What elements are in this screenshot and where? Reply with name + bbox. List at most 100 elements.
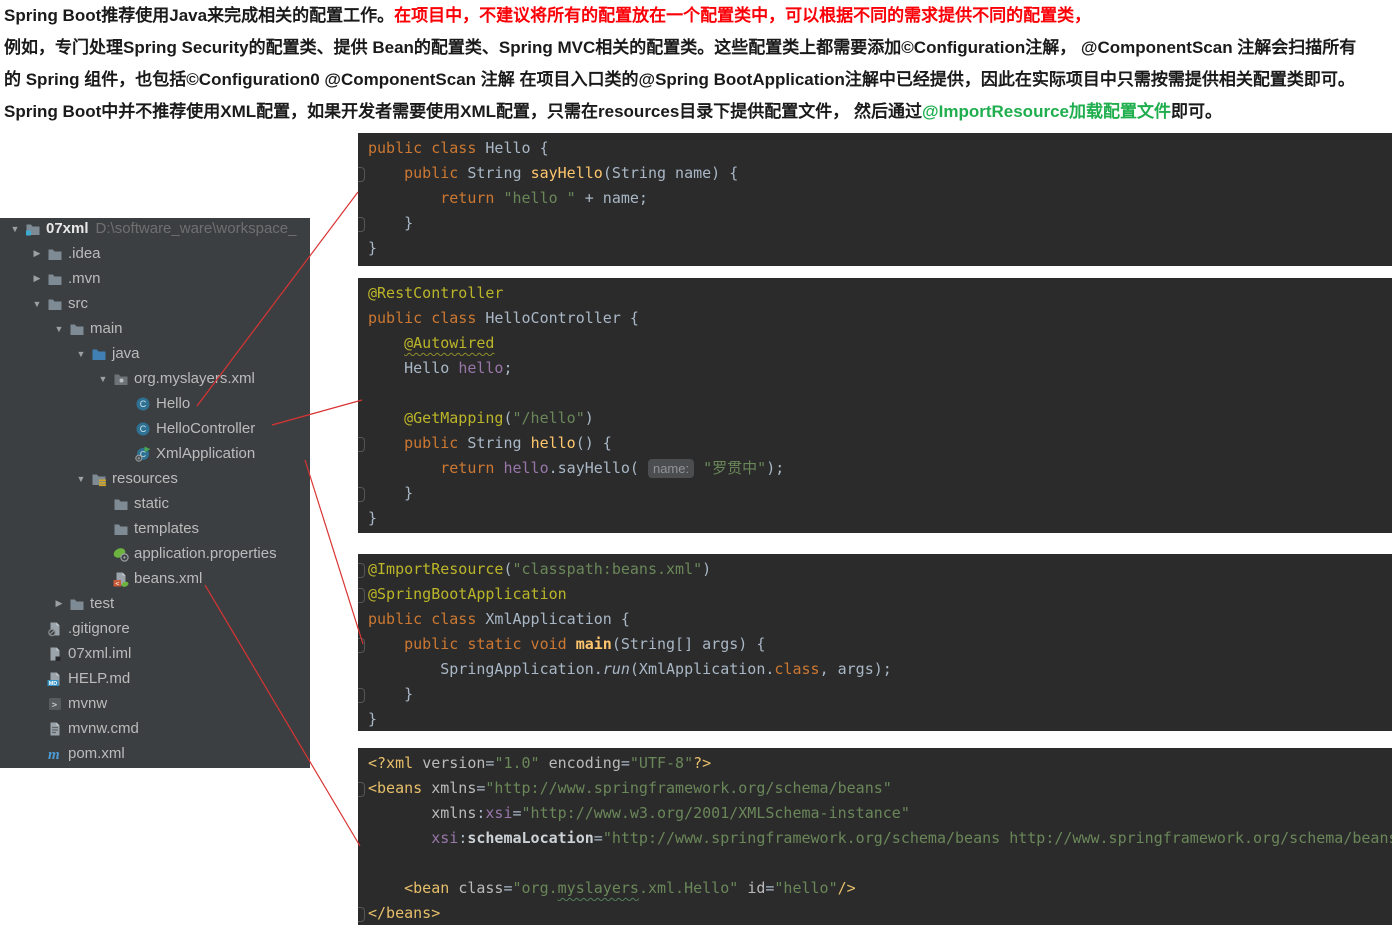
tree-item-label: main xyxy=(90,320,123,337)
code-segment-str: "hello" xyxy=(774,879,837,897)
code-segment-plain: HelloController { xyxy=(485,309,639,327)
tree-item-label: test xyxy=(90,595,114,612)
expand-down-icon[interactable]: ▼ xyxy=(5,224,25,234)
tree-item-label: static xyxy=(134,495,169,512)
code-segment-xattr: encoding xyxy=(549,754,621,772)
svg-text:<: < xyxy=(115,579,119,587)
fold-marker-icon xyxy=(358,217,365,232)
tree-item-hello[interactable]: CHello xyxy=(0,391,310,416)
code-segment-kw: public static void xyxy=(404,635,576,653)
tree-item-static[interactable]: static xyxy=(0,491,310,516)
tree-item-07xml[interactable]: ▼07xmlD:\software_ware\workspace_ xyxy=(0,218,310,241)
code-segment-plain: ) xyxy=(585,409,594,427)
code-segment-xtag: <bean xyxy=(404,879,458,897)
code-line: public String hello() { xyxy=(358,431,1392,456)
tree-item-help-md[interactable]: MDHELP.md xyxy=(0,666,310,691)
code-line: <?xml version="1.0" encoding="UTF-8"?> xyxy=(358,751,1392,776)
intro-line-1: Spring Boot推荐使用Java来完成相关的配置工作。在项目中，不建议将所… xyxy=(4,0,1392,32)
code-segment-plain: Hello xyxy=(368,359,458,377)
tree-item-07xml-iml[interactable]: 07xml.iml xyxy=(0,641,310,666)
code-line xyxy=(358,381,1392,406)
tree-item-templates[interactable]: templates xyxy=(0,516,310,541)
code-panel-hello-class: public class Hello { public String sayHe… xyxy=(358,133,1392,266)
code-segment-str: "http://www.w3.org/2001/XMLSchema-instan… xyxy=(522,804,910,822)
file-text-icon xyxy=(47,721,63,737)
code-line: } xyxy=(358,506,1392,531)
intro-line-2: 例如，专门处理Spring Security的配置类、提供 Bean的配置类、S… xyxy=(4,32,1392,64)
tree-item-main[interactable]: ▼ main xyxy=(0,316,310,341)
tree-item-gitignore[interactable]: .gitignore xyxy=(0,616,310,641)
code-segment-plain xyxy=(368,189,440,207)
code-line: xsi:schemaLocation="http://www.springfra… xyxy=(358,826,1392,851)
expand-down-icon[interactable]: ▼ xyxy=(27,299,47,309)
code-line: @SpringBootApplication xyxy=(358,582,1392,607)
expand-down-icon[interactable]: ▼ xyxy=(93,374,113,384)
code-segment-method: sayHello xyxy=(531,164,603,182)
expand-down-icon[interactable]: ▼ xyxy=(71,349,91,359)
code-segment-plain xyxy=(368,829,431,847)
code-segment-kw: return xyxy=(440,459,503,477)
svg-text:C: C xyxy=(140,424,147,434)
code-segment-ann: @ImportResource xyxy=(368,560,503,578)
code-segment-kw: public xyxy=(404,164,467,182)
fold-marker-icon xyxy=(358,487,365,502)
code-line: SpringApplication.run(XmlApplication.cla… xyxy=(358,657,1392,682)
code-segment-plain: (String name) { xyxy=(603,164,738,182)
tree-item-org-myslayers-xml[interactable]: ▼org.myslayers.xml xyxy=(0,366,310,391)
tree-item-pom-xml[interactable]: mpom.xml xyxy=(0,741,310,766)
package-icon xyxy=(113,371,129,387)
intro-segment-black: 的 Spring 组件，也包括©Configuration0 @Componen… xyxy=(4,70,1355,89)
tree-item-mvn[interactable]: ▶.mvn xyxy=(0,266,310,291)
code-segment-plain xyxy=(694,459,703,477)
code-segment-kw: public xyxy=(404,434,467,452)
code-segment-kw: return xyxy=(440,189,503,207)
expand-down-icon[interactable]: ▼ xyxy=(71,474,91,484)
code-segment-plain xyxy=(368,334,404,352)
code-segment-plain: Hello { xyxy=(485,139,548,157)
spring-properties-icon xyxy=(113,546,129,562)
code-segment-plain: : xyxy=(458,829,467,847)
code-segment-method: hello xyxy=(531,434,576,452)
code-segment-plain: .sayHello( xyxy=(549,459,648,477)
intro-segment-black: 即可。 xyxy=(1171,102,1222,121)
expand-right-icon[interactable]: ▶ xyxy=(27,248,47,259)
code-segment-plain: String xyxy=(467,164,530,182)
code-segment-plain xyxy=(368,409,404,427)
expand-down-icon[interactable]: ▼ xyxy=(49,324,69,334)
code-segment-ann: @GetMapping xyxy=(404,409,503,427)
tree-item-resources[interactable]: ▼resources xyxy=(0,466,310,491)
tree-item-test[interactable]: ▶ test xyxy=(0,591,310,616)
tree-item-idea[interactable]: ▶.idea xyxy=(0,241,310,266)
intro-segment-green: @ImportResource加载配置文件 xyxy=(922,102,1171,121)
code-segment-plain: = xyxy=(594,829,603,847)
file-iml-icon xyxy=(47,646,63,662)
class-icon: C xyxy=(135,421,151,437)
tree-item-src[interactable]: ▼src xyxy=(0,291,310,316)
code-segment-ann: @RestController xyxy=(368,284,503,302)
folder-icon xyxy=(113,496,129,512)
tree-item-label: java xyxy=(112,345,140,362)
expand-right-icon[interactable]: ▶ xyxy=(27,273,47,284)
code-segment-plain: } xyxy=(368,685,413,703)
code-panel-beans-xml: <?xml version="1.0" encoding="UTF-8"?><b… xyxy=(358,748,1392,925)
tree-item-application-properties[interactable]: application.properties xyxy=(0,541,310,566)
connector-line-3 xyxy=(305,460,363,644)
code-segment-field: hello xyxy=(458,359,503,377)
file-terminal-icon: > xyxy=(47,696,63,712)
svg-text:MD: MD xyxy=(49,681,58,687)
tree-item-beans-xml[interactable]: <beans.xml xyxy=(0,566,310,591)
tree-item-java[interactable]: ▼ java xyxy=(0,341,310,366)
code-segment-str: "1.0" xyxy=(494,754,539,772)
code-segment-xattr: class xyxy=(458,879,503,897)
code-segment-xattr: id xyxy=(747,879,765,897)
code-segment-plain xyxy=(368,879,404,897)
code-segment-xtag: /> xyxy=(838,879,856,897)
code-segment-xattrb: schemaLocation xyxy=(467,829,593,847)
tree-item-mvnw[interactable]: >mvnw xyxy=(0,691,310,716)
tree-item-xmlapplication[interactable]: CXmlApplication xyxy=(0,441,310,466)
tree-item-mvnw-cmd[interactable]: mvnw.cmd xyxy=(0,716,310,741)
code-line: <beans xmlns="http://www.springframework… xyxy=(358,776,1392,801)
expand-right-icon[interactable]: ▶ xyxy=(49,598,69,609)
tree-item-hellocontroller[interactable]: CHelloController xyxy=(0,416,310,441)
fold-marker-icon xyxy=(358,437,365,452)
